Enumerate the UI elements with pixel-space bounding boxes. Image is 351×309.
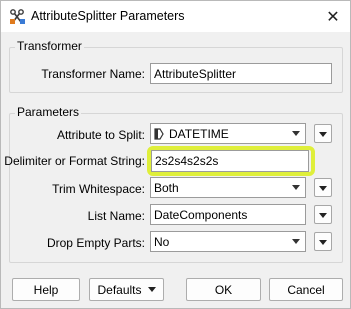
drop-empty-parts-label: Drop Empty Parts:	[46, 236, 145, 250]
trim-whitespace-menu-button[interactable]	[314, 178, 332, 197]
attribute-to-split-value: DATETIME	[169, 126, 229, 141]
chevron-down-icon	[319, 240, 327, 245]
list-name-menu-button[interactable]	[314, 205, 332, 224]
chevron-down-icon	[292, 239, 300, 244]
delimiter-input[interactable]	[151, 150, 309, 172]
transformer-group-label: Transformer	[15, 39, 84, 53]
attribute-tag-icon	[154, 127, 164, 140]
ok-button[interactable]: OK	[186, 278, 261, 301]
dialog-window: AttributeSplitter Parameters ✕ Transform…	[0, 0, 351, 309]
drop-empty-parts-menu-button[interactable]	[314, 232, 332, 251]
trim-whitespace-value: Both	[154, 180, 179, 195]
chevron-down-icon	[147, 287, 156, 292]
drop-empty-parts-value: No	[154, 234, 170, 249]
trim-whitespace-label: Trim Whitespace:	[52, 182, 145, 196]
parameters-group-label: Parameters	[15, 105, 82, 119]
close-icon: ✕	[326, 8, 340, 26]
cancel-button-label: Cancel	[287, 282, 325, 297]
chevron-down-icon	[319, 132, 327, 137]
help-button[interactable]: Help	[12, 278, 80, 301]
list-name-label: List Name:	[87, 209, 145, 223]
close-button[interactable]: ✕	[316, 1, 350, 32]
chevron-down-icon	[319, 213, 327, 218]
title-bar: AttributeSplitter Parameters ✕	[1, 1, 350, 32]
ok-button-label: OK	[214, 282, 233, 297]
cancel-button[interactable]: Cancel	[269, 278, 343, 301]
list-name-input[interactable]	[150, 204, 306, 225]
window-title: AttributeSplitter Parameters	[31, 9, 185, 23]
transformer-app-icon	[10, 9, 25, 24]
transformer-name-input[interactable]	[150, 63, 332, 84]
drop-empty-parts-dropdown[interactable]: No	[150, 231, 306, 252]
chevron-down-icon	[292, 131, 300, 136]
defaults-button[interactable]: Defaults	[89, 278, 164, 301]
transformer-name-label: Transformer Name:	[41, 67, 145, 81]
delimiter-label: Delimiter or Format String:	[4, 154, 145, 168]
attribute-to-split-menu-button[interactable]	[314, 124, 332, 143]
trim-whitespace-dropdown[interactable]: Both	[150, 177, 306, 198]
attribute-to-split-dropdown[interactable]: DATETIME	[150, 123, 306, 144]
help-button-label: Help	[33, 282, 59, 297]
chevron-down-icon	[319, 186, 327, 191]
attribute-to-split-label: Attribute to Split:	[56, 128, 145, 142]
chevron-down-icon	[292, 185, 300, 190]
defaults-button-label: Defaults	[97, 282, 142, 297]
